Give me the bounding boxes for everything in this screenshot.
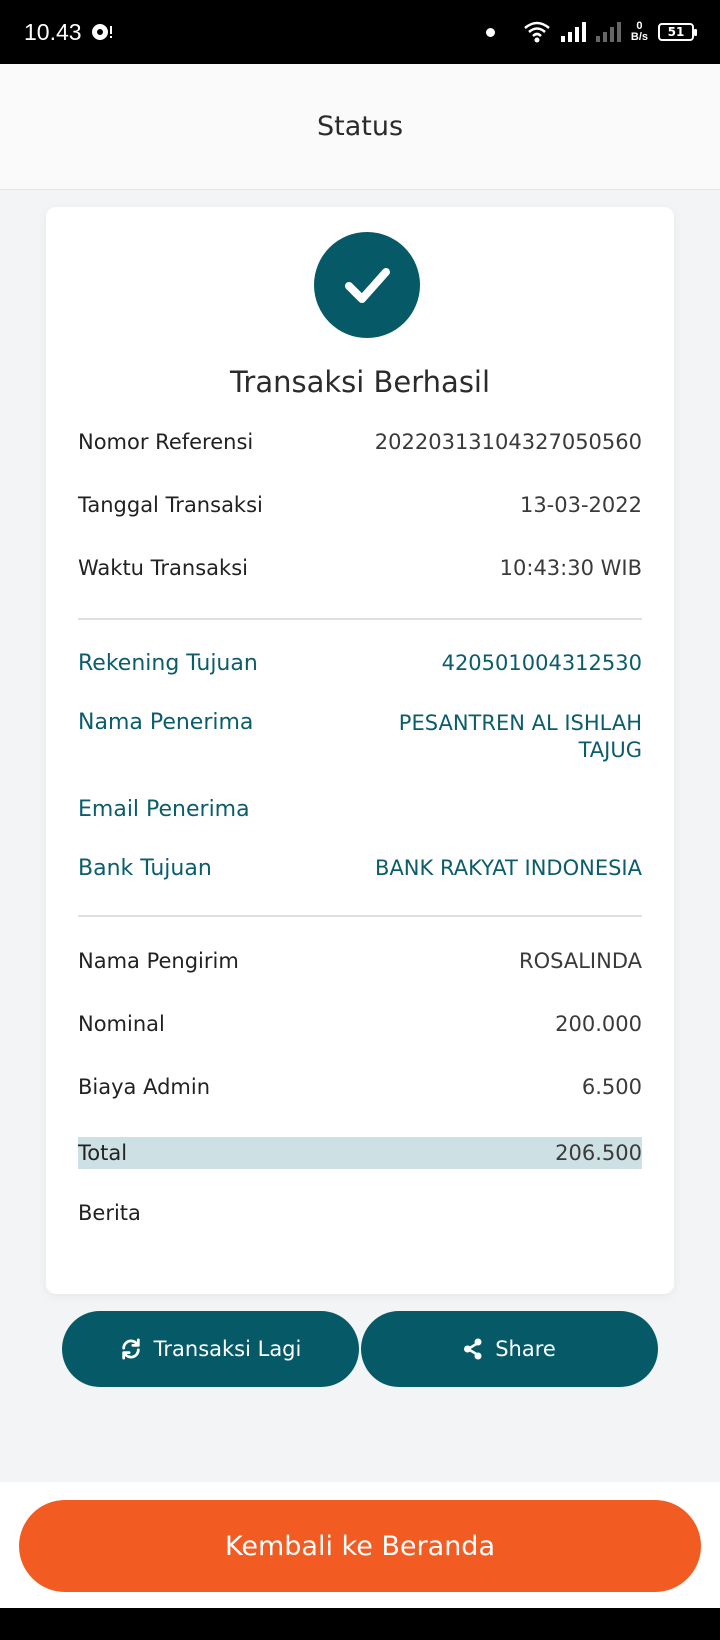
back-to-home-button[interactable]: Kembali ke Beranda bbox=[19, 1500, 701, 1592]
sender-value: 6.500 bbox=[581, 1075, 642, 1099]
sender-row-name: Nama Pengirim ROSALINDA bbox=[78, 949, 642, 973]
recipient-row-account: Rekening Tujuan 420501004312530 bbox=[78, 651, 642, 676]
sender-row-message: Berita bbox=[78, 1201, 642, 1225]
recipient-label: Rekening Tujuan bbox=[78, 651, 258, 676]
net-speed: 0 B/s bbox=[631, 21, 648, 43]
refresh-icon bbox=[121, 1338, 140, 1360]
recipient-label: Bank Tujuan bbox=[78, 856, 212, 881]
sender-value: 200.000 bbox=[555, 1012, 642, 1036]
detail-value: 20220313104327050560 bbox=[374, 430, 642, 454]
detail-label: Tanggal Transaksi bbox=[78, 493, 263, 517]
total-label: Total bbox=[78, 1141, 128, 1165]
sender-label: Nama Pengirim bbox=[78, 949, 239, 973]
sender-row-total: Total 206.500 bbox=[78, 1137, 642, 1169]
wifi-icon bbox=[524, 21, 550, 43]
recipient-value: BANK RAKYAT INDONESIA bbox=[375, 856, 642, 880]
detail-row-date: Tanggal Transaksi 13-03-2022 bbox=[78, 493, 642, 517]
recipient-label: Nama Penerima bbox=[78, 710, 254, 735]
divider bbox=[78, 618, 642, 620]
recipient-label: Email Penerima bbox=[78, 797, 250, 822]
share-icon bbox=[464, 1338, 482, 1360]
signal-icon bbox=[560, 22, 586, 42]
recipient-value: PESANTREN AL ISHLAH TAJUG bbox=[398, 711, 642, 762]
sender-label: Nominal bbox=[78, 1012, 165, 1036]
detail-row-time: Waktu Transaksi 10:43:30 WIB bbox=[78, 556, 642, 580]
sender-label: Berita bbox=[78, 1201, 141, 1225]
status-bar: 10.43 0 B/s 51 bbox=[0, 0, 720, 64]
sender-row-admin-fee: Biaya Admin 6.500 bbox=[78, 1075, 642, 1099]
detail-value: 10:43:30 WIB bbox=[499, 556, 642, 580]
app-header: Status bbox=[0, 64, 720, 190]
detail-label: Nomor Referensi bbox=[78, 430, 254, 454]
notification-dot-icon bbox=[485, 27, 495, 37]
transaction-status-title: Transaksi Berhasil bbox=[229, 365, 491, 399]
status-time: 10.43 bbox=[24, 18, 82, 45]
checkmark-icon bbox=[345, 268, 390, 303]
receipt-card: Transaksi Berhasil Nomor Referensi 20220… bbox=[46, 207, 674, 1294]
page-title: Status bbox=[316, 111, 404, 142]
share-button[interactable]: Share bbox=[361, 1311, 658, 1387]
system-nav-bar bbox=[0, 1608, 720, 1640]
status-time-group: 10.43 bbox=[24, 19, 114, 46]
battery-icon: 51 bbox=[658, 23, 697, 41]
status-right: 0 B/s 51 bbox=[485, 20, 697, 44]
action-buttons: Transaksi Lagi Share bbox=[62, 1311, 658, 1387]
signal-2-icon bbox=[595, 22, 621, 42]
recipient-row-bank: Bank Tujuan BANK RAKYAT INDONESIA bbox=[78, 856, 642, 881]
recipient-row-name: Nama Penerima PESANTREN AL ISHLAH TAJUG bbox=[78, 710, 642, 764]
media-icon bbox=[91, 24, 112, 40]
repeat-transaction-button[interactable]: Transaksi Lagi bbox=[62, 1311, 359, 1387]
detail-value: 13-03-2022 bbox=[519, 493, 642, 517]
total-value: 206.500 bbox=[555, 1141, 642, 1165]
recipient-row-email: Email Penerima bbox=[78, 797, 642, 822]
detail-row-reference: Nomor Referensi 20220313104327050560 bbox=[78, 430, 642, 454]
share-label: Share bbox=[495, 1337, 556, 1361]
detail-label: Waktu Transaksi bbox=[78, 556, 248, 580]
net-speed-unit: B/s bbox=[630, 31, 648, 43]
success-check-icon bbox=[314, 232, 420, 338]
sender-value: ROSALINDA bbox=[519, 949, 642, 973]
battery-level: 51 bbox=[667, 25, 685, 39]
repeat-transaction-label: Transaksi Lagi bbox=[153, 1337, 302, 1361]
divider bbox=[78, 915, 642, 917]
sender-label: Biaya Admin bbox=[78, 1075, 211, 1099]
recipient-value: 420501004312530 bbox=[441, 651, 642, 675]
sender-row-nominal: Nominal 200.000 bbox=[78, 1012, 642, 1036]
